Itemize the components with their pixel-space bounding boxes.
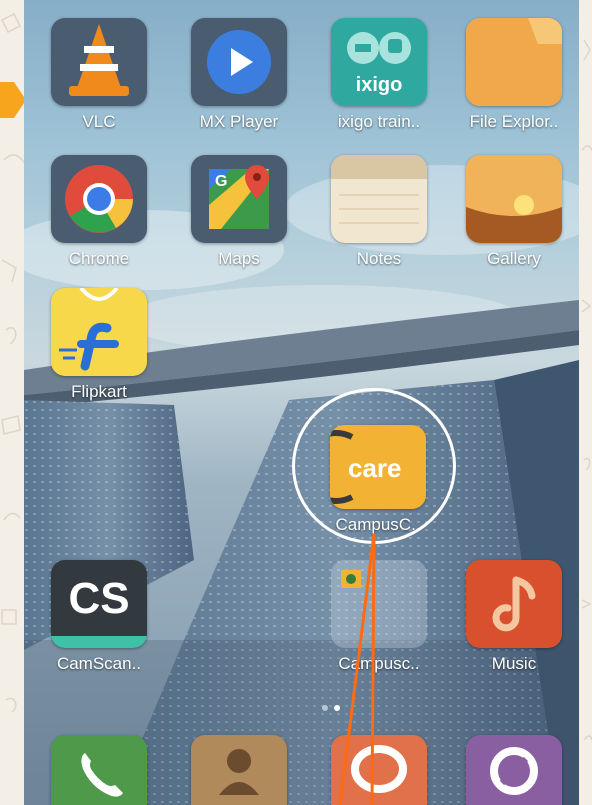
app-music[interactable]: Music	[454, 560, 574, 674]
chrome-icon	[51, 155, 147, 243]
app-label: File Explor..	[469, 112, 559, 131]
camscanner-logo-text: CS	[68, 574, 130, 623]
folder-icon	[466, 18, 562, 106]
browser-icon	[466, 735, 562, 805]
dock-contacts[interactable]	[179, 735, 299, 805]
app-gallery[interactable]: Gallery	[454, 155, 574, 269]
camscanner-icon: CS	[51, 560, 147, 648]
phone-icon	[51, 735, 147, 805]
app-label: Maps	[218, 249, 260, 268]
dock-messaging[interactable]	[319, 735, 439, 805]
mx-player-icon	[191, 18, 287, 106]
campus-folder-icon	[331, 560, 427, 648]
ixigo-logo-text: ixigo	[355, 74, 403, 96]
maps-logo-text: G	[215, 173, 228, 190]
page-indicator	[319, 698, 359, 711]
app-vlc[interactable]: VLC	[39, 18, 159, 132]
app-campus-folder[interactable]: Campusc..	[319, 560, 439, 674]
app-label: Music	[491, 654, 537, 673]
notes-icon	[331, 155, 427, 243]
app-label: Chrome	[68, 249, 130, 268]
app-label: Notes	[356, 249, 402, 268]
ixigo-icon: ixigo	[331, 18, 427, 106]
highlight-circle	[292, 388, 456, 544]
app-flipkart[interactable]: Flipkart	[39, 288, 159, 402]
app-label: Campusc..	[338, 654, 420, 673]
app-label: MX Player	[199, 112, 279, 131]
orange-arrow-marker	[0, 82, 26, 118]
app-notes[interactable]: Notes	[319, 155, 439, 269]
messaging-icon	[331, 735, 427, 805]
app-label: ixigo train..	[337, 112, 421, 131]
maps-icon: G	[191, 155, 287, 243]
app-camscanner[interactable]: CS CamScan..	[39, 560, 159, 674]
vlc-icon	[51, 18, 147, 106]
page-dot	[322, 705, 328, 711]
gallery-icon	[466, 155, 562, 243]
app-label: Flipkart	[71, 382, 127, 401]
app-label: CamScan..	[56, 654, 142, 673]
page-dot-active	[334, 705, 340, 711]
app-ixigo[interactable]: ixigo ixigo train..	[319, 18, 439, 132]
dock-phone[interactable]	[39, 735, 159, 805]
music-icon	[466, 560, 562, 648]
app-maps[interactable]: G Maps	[179, 155, 299, 269]
flipkart-icon	[51, 288, 147, 376]
app-mx-player[interactable]: MX Player	[179, 18, 299, 132]
app-label: Gallery	[487, 249, 541, 268]
app-file-explorer[interactable]: File Explor..	[454, 18, 574, 132]
phone-home-screen: VLC MX Player ixigo ixigo train.. File E…	[24, 0, 579, 805]
dock-browser[interactable]	[454, 735, 574, 805]
contacts-icon	[191, 735, 287, 805]
app-chrome[interactable]: Chrome	[39, 155, 159, 269]
app-label: VLC	[82, 112, 116, 131]
